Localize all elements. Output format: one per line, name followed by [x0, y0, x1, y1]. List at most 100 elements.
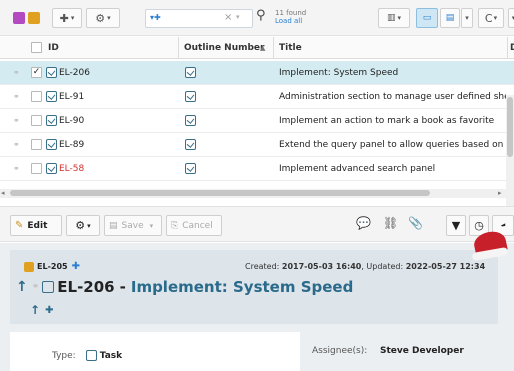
- cancel-button[interactable]: ⎘ Cancel: [166, 215, 222, 236]
- row-id-link[interactable]: EL-58: [59, 164, 84, 174]
- table-row[interactable]: ⚭ EL-58 Implement advanced search panel: [0, 157, 514, 181]
- item-title-row: ↑ ⚭ EL-206 - Implement: System Speed: [16, 278, 353, 296]
- row-title: Administration section to manage user de…: [279, 92, 506, 102]
- save-button[interactable]: ▤ Save ▾: [104, 215, 162, 236]
- scrollbar-thumb[interactable]: [10, 190, 430, 196]
- select-all-checkbox[interactable]: [31, 42, 42, 53]
- filter-dropdown-icon[interactable]: ▾✚: [150, 13, 161, 22]
- columns-button[interactable]: ▥ ▾: [378, 8, 410, 28]
- timestamps: Created: 2017-05-03 16:40, Updated: 2022…: [245, 262, 486, 271]
- row-id-link[interactable]: EL-91: [59, 92, 84, 102]
- dropdown-caret-icon: ▾: [107, 14, 111, 22]
- scroll-left-icon[interactable]: ◂: [1, 189, 5, 197]
- task-icon: [185, 139, 196, 150]
- row-checkbox[interactable]: [31, 139, 42, 150]
- table-row[interactable]: ⚭ EL-90 Implement an action to mark a bo…: [0, 109, 514, 133]
- type-label: Type:: [52, 350, 76, 361]
- filter-icon: ▼: [451, 219, 461, 232]
- column-header-outline-number[interactable]: Outline Number: [184, 43, 264, 53]
- item-id: EL-206: [57, 278, 115, 296]
- task-icon: [46, 91, 57, 102]
- row-title: Implement advanced search panel: [279, 164, 436, 174]
- edit-label: Edit: [27, 220, 48, 231]
- row-checkbox[interactable]: [31, 91, 42, 102]
- add-button[interactable]: ✚ ▾: [52, 8, 82, 28]
- type-value[interactable]: Task: [100, 351, 122, 361]
- edit-button[interactable]: ✎ Edit: [10, 215, 62, 236]
- search-icon[interactable]: ⚲: [256, 8, 266, 23]
- assignee-section: Assignee(s): Steve Developer: [300, 332, 498, 371]
- scroll-right-icon[interactable]: ▸: [498, 189, 502, 197]
- grid-header: ID Outline Number ▲ Title D: [0, 37, 514, 59]
- task-icon: [46, 115, 57, 126]
- found-count: 11 found: [275, 9, 307, 17]
- row-checkbox[interactable]: [31, 163, 42, 174]
- column-header-id[interactable]: ID: [48, 43, 59, 53]
- row-checkbox[interactable]: [31, 115, 42, 126]
- filter-button[interactable]: ▼: [446, 215, 466, 236]
- assignee-label: Assignee(s):: [312, 346, 368, 356]
- view-list-button[interactable]: ▭: [416, 8, 438, 28]
- link-icon: ⚭: [13, 140, 20, 149]
- comment-icon[interactable]: 💬: [356, 216, 371, 230]
- created-label: Created:: [245, 262, 280, 271]
- main-toolbar: ✚ ▾ ⚙ ▾ ▾✚ × ▾ ⚲ 11 found Load all ▥ ▾ ▭ ▤ …: [0, 0, 514, 36]
- link-icon: ⚭: [13, 68, 20, 77]
- gear-icon: ⚙: [95, 11, 106, 25]
- view-split-button[interactable]: ▤: [440, 8, 460, 28]
- package-buttons[interactable]: [6, 8, 46, 28]
- split-view-icon: ▤: [445, 13, 455, 23]
- table-row[interactable]: ⚭ EL-91 Administration section to manage…: [0, 85, 514, 109]
- search-input[interactable]: [172, 12, 222, 25]
- package-icon: [12, 12, 25, 24]
- list-view-icon: ▭: [422, 13, 432, 23]
- gear-icon: ⚙: [75, 219, 86, 232]
- clear-icon[interactable]: ×: [224, 12, 232, 23]
- row-id-link[interactable]: EL-206: [59, 68, 90, 78]
- task-icon: [185, 115, 196, 126]
- table-row[interactable]: ⚭ EL-89 Extend the query panel to allow …: [0, 133, 514, 157]
- row-id-link[interactable]: EL-90: [59, 116, 84, 126]
- add-child-icon[interactable]: ✚: [45, 305, 53, 316]
- plus-icon: ✚: [59, 11, 69, 25]
- column-divider: [273, 37, 274, 59]
- column-header-description[interactable]: D: [510, 43, 514, 53]
- add-child-icon[interactable]: ✚: [72, 261, 80, 272]
- refresh-button[interactable]: C ▾: [478, 8, 504, 28]
- attachment-icon[interactable]: 📎: [408, 216, 423, 230]
- save-label: Save: [121, 220, 144, 231]
- cancel-label: Cancel: [182, 220, 213, 231]
- horizontal-scrollbar[interactable]: ◂ ▸: [0, 189, 506, 198]
- folder-icon: [27, 12, 40, 24]
- edit-icon: ✎: [15, 220, 24, 231]
- link-icon: ⚭: [13, 92, 20, 101]
- title-separator: -: [119, 278, 126, 296]
- load-all-link[interactable]: Load all: [275, 17, 306, 25]
- link-icon: ⚭: [31, 282, 40, 292]
- row-checkbox[interactable]: ✓: [31, 67, 42, 78]
- item-title[interactable]: Implement: System Speed: [131, 278, 353, 296]
- save-icon: ▤: [109, 220, 118, 231]
- move-up-icon[interactable]: ↑: [16, 279, 28, 295]
- refresh-icon: C: [484, 11, 493, 25]
- view-dropdown-button[interactable]: ▾: [461, 8, 473, 28]
- column-header-title[interactable]: Title: [279, 43, 302, 53]
- task-icon: [46, 139, 57, 150]
- link-icon[interactable]: ⛓: [383, 216, 398, 230]
- scrollbar-thumb[interactable]: [507, 97, 513, 157]
- search-options-caret-icon[interactable]: ▾: [236, 13, 240, 21]
- dropdown-caret-icon: ▾: [465, 14, 469, 22]
- table-row[interactable]: ⚭ ✓ EL-206 Implement: System Speed: [0, 61, 514, 85]
- details-settings-button[interactable]: ⚙ ▾: [66, 215, 100, 236]
- settings-button[interactable]: ⚙ ▾: [86, 8, 120, 28]
- details-header: EL-205 ✚ Created: 2017-05-03 16:40, Upda…: [10, 250, 498, 324]
- dropdown-caret-icon: ▾: [397, 14, 402, 22]
- move-up-icon[interactable]: ↑: [30, 303, 40, 317]
- more-button[interactable]: ▾: [508, 8, 514, 28]
- row-id-link[interactable]: EL-89: [59, 140, 84, 150]
- parent-id-link[interactable]: EL-205: [37, 262, 68, 271]
- assignee-value[interactable]: Steve Developer: [380, 346, 464, 356]
- task-icon: [42, 281, 55, 293]
- search-box[interactable]: ▾✚ × ▾: [145, 9, 253, 28]
- parent-package-icon: [24, 261, 34, 272]
